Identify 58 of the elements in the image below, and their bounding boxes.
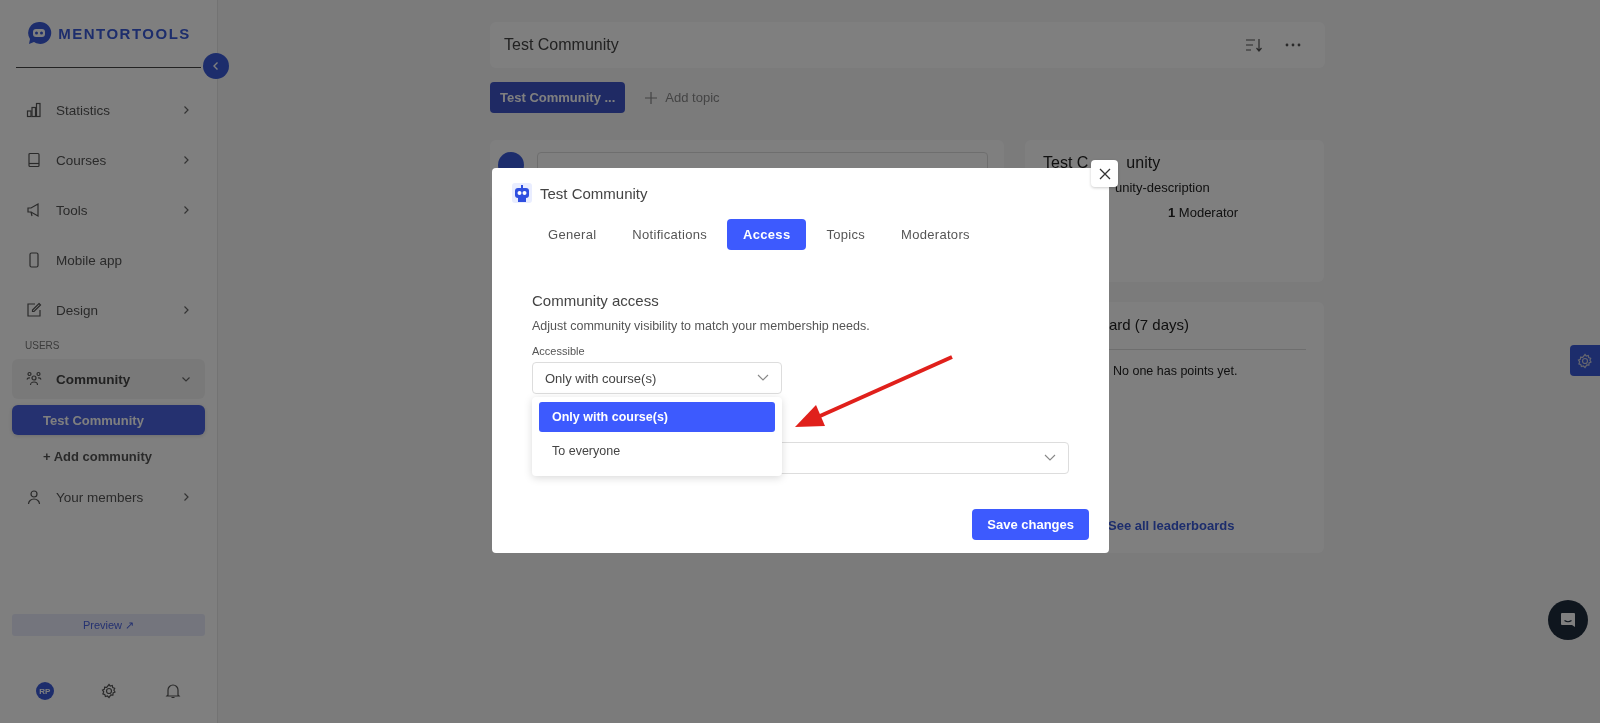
megaphone-icon <box>26 202 42 218</box>
topic-tab[interactable]: Test Community ... <box>490 82 626 113</box>
chevron-down-icon <box>1044 454 1056 462</box>
nav-item[interactable]: Community <box>12 359 205 399</box>
people-icon <box>26 371 42 387</box>
settings-icon[interactable] <box>101 683 118 699</box>
chevron-left-icon <box>211 61 221 71</box>
user-avatar[interactable]: RP <box>35 682 54 700</box>
phone-icon <box>26 252 42 268</box>
field-label: Accessible <box>532 345 586 357</box>
settings-icon <box>1577 352 1593 369</box>
community-description: unity-description <box>1115 180 1211 195</box>
nav-item[interactable]: Mobile app <box>12 240 205 280</box>
community-title: unity <box>1126 154 1161 172</box>
moderator-count: 1 Moderator <box>1168 205 1239 220</box>
sub-nav-item[interactable]: + Add community <box>12 441 205 471</box>
brand-name: MENTORTOOLS <box>58 24 191 42</box>
section-description: Adjust community visibility to match your membership needs. <box>532 319 871 333</box>
chart-icon <box>26 102 42 118</box>
pencil-icon <box>26 302 42 318</box>
tab[interactable]: Moderators <box>885 219 986 250</box>
settings-tab[interactable] <box>1570 345 1600 376</box>
dropdown-option[interactable]: Only with course(s) <box>539 402 775 432</box>
tab[interactable]: Topics <box>810 219 882 250</box>
sort-icon[interactable] <box>1245 38 1263 52</box>
community-title: Test C <box>1043 154 1089 172</box>
chevron-down-icon <box>757 374 769 382</box>
sub-nav-item[interactable]: Test Community <box>12 405 205 435</box>
book-icon <box>26 152 42 168</box>
close-icon <box>1098 167 1111 180</box>
robot-icon <box>512 183 532 203</box>
tab[interactable]: General <box>532 219 613 250</box>
save-button[interactable]: Save changes <box>972 509 1089 540</box>
tab[interactable]: Notifications <box>616 219 724 250</box>
tab[interactable]: Access <box>727 219 807 250</box>
leaderboards-link[interactable]: See all leaderboards <box>1108 518 1306 533</box>
nav-item[interactable]: Tools <box>12 190 205 230</box>
dropdown-option[interactable]: To everyone <box>539 436 775 466</box>
more-icon[interactable] <box>1285 43 1301 47</box>
plus-icon <box>645 91 658 104</box>
access-select[interactable]: Only with course(s) <box>532 362 782 394</box>
collapse-button[interactable] <box>203 53 229 79</box>
empty-message: No one has points yet. <box>1113 364 1239 378</box>
section-title: Community access <box>532 292 660 309</box>
nav-item[interactable]: Courses <box>12 140 205 180</box>
robot-logo-icon <box>26 20 53 46</box>
section-label: USERS <box>25 340 61 351</box>
nav-item[interactable]: Design <box>12 290 205 330</box>
person-icon <box>26 489 42 505</box>
nav-item[interactable]: Your members <box>12 477 205 517</box>
page-title: Test Community <box>504 36 619 54</box>
leaderboard-title: ard (7 days) <box>1109 316 1191 333</box>
chat-icon <box>1559 611 1577 629</box>
nav-item[interactable]: Statistics <box>12 90 205 130</box>
preview-button[interactable]: Preview ↗ <box>12 614 205 636</box>
chat-button[interactable] <box>1548 600 1588 640</box>
bell-icon[interactable] <box>165 683 182 699</box>
dialog-title: Test Community <box>540 184 648 202</box>
